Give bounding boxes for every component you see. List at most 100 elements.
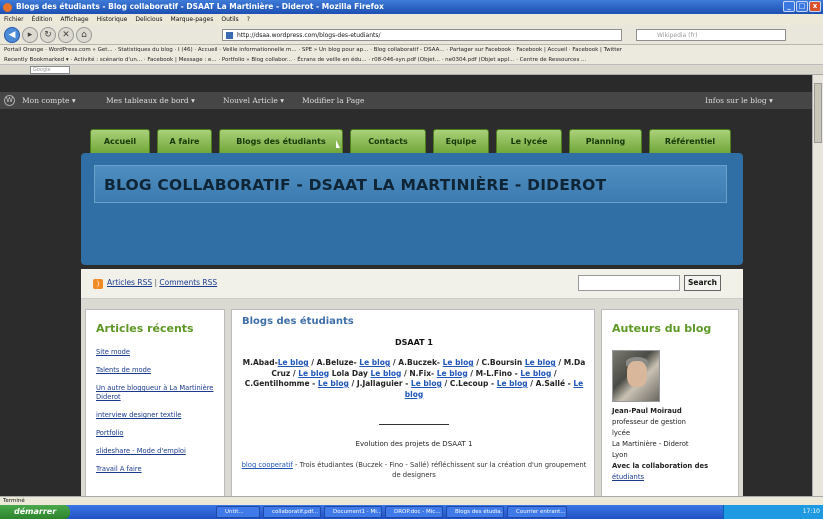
post-title[interactable]: Blogs des étudiants — [242, 316, 354, 327]
student-blog-link[interactable]: Le blog — [298, 369, 329, 378]
search-engine-input[interactable]: Wikipedia (fr) — [636, 29, 786, 41]
student-name: / N.Fix- — [401, 368, 437, 378]
bookmarks-list[interactable]: Portail Orange · WordPress.com » Get... … — [4, 47, 622, 53]
window-title: Blogs des étudiants - Blog collaboratif … — [16, 2, 384, 11]
student-blog-link[interactable]: Le blog — [411, 379, 442, 388]
bookmarks-toolbar-2[interactable]: Recently Bookmarked ▾ · Activité : scéna… — [0, 55, 823, 65]
articles-rss-link[interactable]: Articles RSS — [107, 278, 152, 287]
student-blog-link[interactable]: Le blog — [437, 369, 468, 378]
student-blog-link[interactable]: Le blog — [278, 358, 309, 367]
student-blog-link[interactable]: Le blog — [318, 379, 349, 388]
rss-links: Articles RSS | Comments RSS — [107, 278, 217, 287]
forward-icon[interactable]: ▸ — [22, 27, 38, 43]
menu-bar: Fichier Édition Affichage Historique Del… — [0, 14, 823, 25]
site-nav-tabs: Accueil A faire Blogs des étudiants Cont… — [90, 129, 738, 154]
scrollbar-thumb[interactable] — [814, 83, 822, 143]
student-blog-link[interactable]: Le blog — [359, 358, 390, 367]
minimize-button[interactable]: _ — [783, 1, 795, 12]
recent-articles-widget: Articles récents Site mode Talents de mo… — [85, 309, 225, 496]
recent-article-link[interactable]: Un autre bloggueur à La Martinière Dider… — [96, 384, 218, 402]
site-search-input[interactable] — [578, 275, 680, 291]
stop-icon[interactable]: ✕ — [58, 27, 74, 43]
student-blog-link[interactable]: Le blog — [370, 369, 401, 378]
recent-article-link[interactable]: Site mode — [96, 348, 218, 357]
taskbar-task[interactable]: Document1 - Mi... — [324, 506, 382, 518]
comments-rss-link[interactable]: Comments RSS — [159, 278, 217, 287]
maximize-button[interactable]: □ — [796, 1, 808, 12]
status-bar: Terminé — [0, 496, 823, 505]
menu-bookmarks[interactable]: Marque-pages — [171, 14, 214, 25]
menu-history[interactable]: Historique — [97, 14, 128, 25]
my-dashboards-menu[interactable]: Mes tableaux de bord ▾ — [106, 92, 195, 109]
taskbar-tasks: Untit... collaboratif.pdf... Document1 -… — [216, 506, 567, 518]
recent-articles-heading: Articles récents — [96, 322, 194, 335]
taskbar-task[interactable]: Untit... — [216, 506, 260, 518]
evolution-heading: Evolution des projets de DSAAT 1 — [355, 440, 473, 448]
taskbar-task[interactable]: Blogs des étudia... — [446, 506, 504, 518]
group-title: DSAAT 1 — [395, 338, 433, 347]
authors-widget: Auteurs du blog Jean-Paul Moiraud profes… — [601, 309, 739, 496]
recent-article-link[interactable]: slideshare - Mode d'emploi — [96, 447, 218, 456]
coop-blog-link[interactable]: blog cooperatif — [242, 461, 293, 469]
author-name: Jean-Paul Moiraud — [612, 407, 682, 415]
tab-contacts[interactable]: Contacts — [350, 129, 426, 154]
start-button[interactable]: démarrer — [0, 505, 70, 519]
students-link[interactable]: étudiants — [612, 472, 736, 483]
recent-article-link[interactable]: Portfolio — [96, 429, 218, 438]
tab-le-lycee[interactable]: Le lycée — [496, 129, 562, 154]
authors-heading: Auteurs du blog — [612, 322, 712, 335]
my-account-menu[interactable]: Mon compte ▾ — [22, 92, 76, 109]
author-face — [627, 361, 647, 387]
search-button[interactable]: Search — [684, 275, 721, 291]
student-blog-link[interactable]: Le blog — [525, 358, 556, 367]
google-toolbar: Google — [0, 65, 823, 75]
system-tray: 17:10 — [723, 505, 823, 519]
student-blog-link[interactable]: Le blog — [443, 358, 474, 367]
student-blog-link[interactable]: Le blog — [497, 379, 528, 388]
rss-bar: ) Articles RSS | Comments RSS Search — [81, 269, 743, 299]
vertical-scrollbar[interactable] — [812, 75, 823, 496]
close-button[interactable]: x — [809, 1, 821, 12]
site-title[interactable]: BLOG COLLABORATIF - DSAAT LA MARTINIÈRE … — [104, 176, 606, 194]
taskbar-task[interactable]: collaboratif.pdf... — [263, 506, 321, 518]
bookmarks-toolbar[interactable]: Portail Orange · WordPress.com » Get... … — [0, 45, 823, 55]
tab-accueil[interactable]: Accueil — [90, 129, 150, 154]
tab-referentiel[interactable]: Référentiel — [649, 129, 731, 154]
rss-icon: ) — [93, 279, 103, 289]
menu-help[interactable]: ? — [247, 14, 250, 25]
edit-page-link[interactable]: Modifier la Page — [302, 92, 364, 109]
url-bar[interactable]: http://dsaa.wordpress.com/blogs-des-etud… — [222, 29, 622, 41]
google-search-input[interactable]: Google — [30, 66, 70, 74]
author-photo — [612, 350, 660, 402]
recent-article-link[interactable]: Travail A faire — [96, 465, 218, 474]
student-name: / J.Jallaguier - — [348, 379, 411, 388]
wordpress-logo-icon[interactable]: W — [4, 95, 15, 106]
taskbar-task[interactable]: DROP.doc - Mic... — [385, 506, 443, 518]
blog-info-menu[interactable]: Infos sur le blog ▾ — [705, 92, 773, 109]
navigation-toolbar: ◀ ▸ ↻ ✕ ⌂ http://dsaa.wordpress.com/blog… — [0, 25, 823, 45]
clock: 17:10 — [802, 508, 820, 515]
student-blog-link[interactable]: Le blog — [520, 369, 551, 378]
menu-file[interactable]: Fichier — [4, 14, 24, 25]
tab-a-faire[interactable]: A faire — [157, 129, 212, 154]
home-icon[interactable]: ⌂ — [76, 27, 92, 43]
tab-blogs-etudiants[interactable]: Blogs des étudiants — [219, 129, 343, 154]
back-icon[interactable]: ◀ — [4, 27, 20, 43]
web-page: Accueil A faire Blogs des étudiants Cont… — [0, 109, 823, 496]
recent-article-link[interactable]: interview designer textile — [96, 411, 218, 420]
reload-icon[interactable]: ↻ — [40, 27, 56, 43]
tab-planning[interactable]: Planning — [569, 129, 642, 154]
title-banner: BLOG COLLABORATIF - DSAAT LA MARTINIÈRE … — [94, 165, 727, 203]
menu-tools[interactable]: Outils — [221, 14, 238, 25]
taskbar-task[interactable]: Courrier entrant... — [507, 506, 567, 518]
recent-article-link[interactable]: Talents de mode — [96, 366, 218, 375]
site-header: BLOG COLLABORATIF - DSAAT LA MARTINIÈRE … — [81, 153, 743, 265]
menu-view[interactable]: Affichage — [60, 14, 88, 25]
student-blogs-list: M.Abad-Le blog / A.Beluze- Le blog / A.B… — [238, 358, 590, 400]
new-post-menu[interactable]: Nouvel Article ▾ — [223, 92, 284, 109]
menu-edit[interactable]: Édition — [32, 14, 53, 25]
tab-equipe[interactable]: Equipe — [433, 129, 489, 154]
bookmarks-list-2[interactable]: Recently Bookmarked ▾ · Activité : scéna… — [4, 57, 586, 63]
recent-articles-list: Site mode Talents de mode Un autre blogg… — [96, 348, 218, 483]
menu-delicious[interactable]: Delicious — [135, 14, 162, 25]
